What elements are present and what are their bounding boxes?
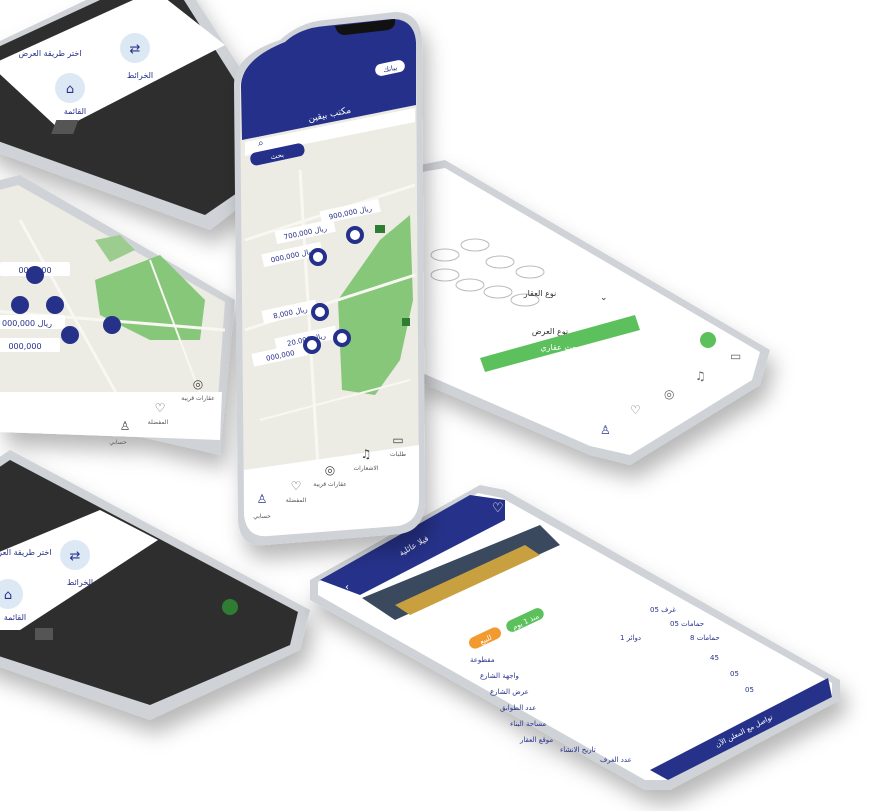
svg-text:عرض الشارع: عرض الشارع — [490, 688, 529, 696]
svg-text:⇄: ⇄ — [70, 549, 81, 564]
person-icon[interactable]: ♙ — [600, 423, 611, 437]
map-price-tag[interactable]: 000,000 — [0, 338, 60, 352]
map-pin[interactable] — [61, 326, 79, 344]
svg-text:موقع العقار: موقع العقار — [519, 736, 553, 744]
svg-text:عدد الطوابق: عدد الطوابق — [500, 704, 536, 712]
marker-square — [402, 318, 410, 326]
heart-icon[interactable]: ♡ — [291, 479, 302, 493]
location-pin-icon[interactable]: ◎ — [193, 377, 203, 391]
heart-icon[interactable]: ♡ — [630, 403, 641, 417]
map-pin[interactable] — [11, 296, 29, 314]
person-icon[interactable]: ♙ — [120, 419, 131, 433]
svg-text:⌂: ⌂ — [4, 588, 12, 603]
property-type-dropdown[interactable]: نوع العقار — [523, 289, 557, 298]
map-pin[interactable] — [333, 329, 351, 347]
map-pin[interactable] — [26, 266, 44, 284]
svg-text:05: 05 — [730, 670, 739, 678]
marker-square — [375, 225, 385, 233]
nav-label-favorites: المفضلة — [286, 497, 307, 504]
map-pin[interactable] — [311, 303, 329, 321]
nav-label-nearby: عقارات قريبة — [313, 481, 346, 488]
phone-center: مكتب بيقين بيانك ⌕ بحث 900,000 ريال 700,… — [234, 12, 425, 546]
location-pin-icon[interactable]: ◎ — [325, 463, 335, 477]
map-pin[interactable] — [103, 316, 121, 334]
search-icon[interactable]: ⌕ — [258, 138, 264, 149]
svg-text:45: 45 — [710, 654, 719, 662]
svg-text:مقطوعة: مقطوعة — [470, 656, 495, 664]
svg-text:8 حمامات: 8 حمامات — [690, 634, 720, 642]
location-pin-icon[interactable]: ◎ — [664, 387, 674, 401]
map-pin[interactable] — [46, 296, 64, 314]
chat-icon[interactable]: ▭ — [730, 349, 741, 363]
card-title: اختر طريقة العرض — [18, 49, 81, 58]
map-price-tag[interactable]: 000,000 ريال — [0, 315, 65, 329]
offer-type-dropdown[interactable]: نوع العرض — [532, 327, 568, 336]
svg-text:05: 05 — [745, 686, 754, 694]
svg-text:غرف 05: غرف 05 — [650, 606, 676, 614]
bell-icon[interactable]: ♫ — [361, 447, 372, 461]
building-icon — [35, 628, 53, 640]
nav-label-requests: طلبات — [390, 451, 406, 458]
svg-text:000,000: 000,000 — [8, 342, 41, 351]
search-button-label: بحث عقاري — [540, 343, 579, 352]
svg-text:حمامات 05: حمامات 05 — [670, 620, 704, 628]
svg-text:عدد الغرف: عدد الغرف — [600, 756, 632, 764]
svg-text:⌂: ⌂ — [66, 82, 74, 97]
svg-text:⇄: ⇄ — [130, 42, 141, 57]
card-option-list[interactable]: القائمة — [4, 613, 26, 622]
nav-label-notifications: الاشعارات — [353, 465, 378, 472]
bell-icon[interactable]: ♫ — [695, 369, 706, 383]
nav-label-nearby: عقارات قريبة — [181, 395, 214, 402]
svg-text:1 دوائر: 1 دوائر — [620, 634, 641, 642]
app-mockup-scene: ⇄ ⌂ الخرائط القائمة اختر طريقة العرض 000… — [0, 0, 840, 790]
nav-label-account: حسابي — [253, 513, 271, 520]
fab-button[interactable] — [222, 599, 238, 615]
back-arrow-icon[interactable]: ‹ — [345, 582, 349, 593]
card-option-map[interactable]: الخرائط — [127, 71, 153, 80]
card-title: اختر طريقة العرض — [0, 548, 52, 557]
card-option-map[interactable]: الخرائط — [67, 578, 93, 587]
svg-text:تاريخ الانشاء: تاريخ الانشاء — [560, 746, 596, 754]
person-icon[interactable]: ♙ — [257, 492, 268, 506]
svg-text:واجهة الشارع: واجهة الشارع — [480, 672, 519, 680]
card-option-list[interactable]: القائمة — [64, 107, 86, 116]
svg-text:مساحة البناء: مساحة البناء — [510, 720, 546, 728]
fab-button[interactable] — [700, 332, 716, 348]
nav-label-account: حسابي — [109, 439, 127, 446]
nav-label-favorites: المفضلة — [148, 419, 169, 426]
map-pin[interactable] — [309, 248, 327, 266]
heart-icon[interactable]: ♡ — [492, 501, 504, 516]
heart-icon[interactable]: ♡ — [155, 401, 166, 415]
svg-text:000,000 ريال: 000,000 ريال — [2, 319, 52, 328]
map-pin[interactable] — [303, 336, 321, 354]
chevron-down-icon: ⌄ — [600, 293, 608, 303]
phone-right: نوع العقار ⌄ نوع العرض بحث عقاري ♙ ♡ ◎ ♫… — [415, 160, 770, 465]
map-pin[interactable] — [346, 226, 364, 244]
chat-icon[interactable]: ▭ — [392, 433, 403, 447]
